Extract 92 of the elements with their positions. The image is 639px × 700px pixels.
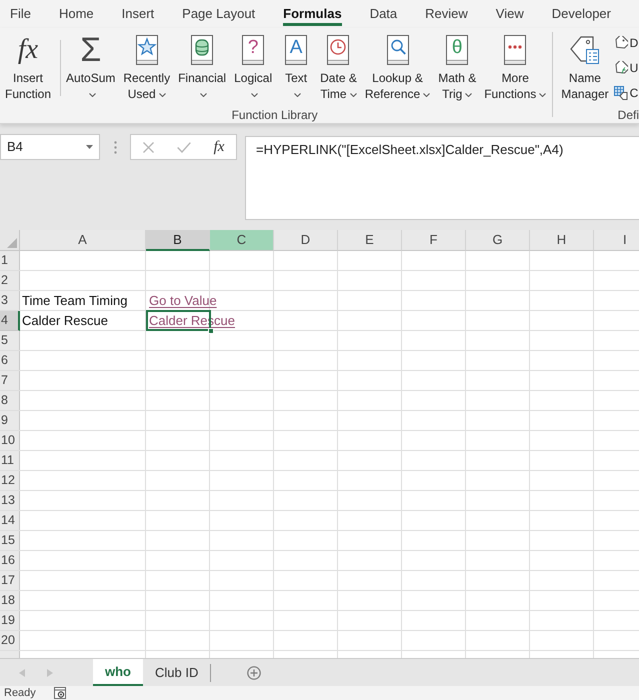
triangle-right-icon xyxy=(47,668,53,676)
select-all-button[interactable] xyxy=(0,230,20,251)
ribbon-button[interactable]: Recently Used xyxy=(120,28,174,108)
tag-list-icon xyxy=(568,34,601,66)
menu-tab[interactable]: Insert xyxy=(114,0,162,28)
sheet-tab[interactable]: Club ID xyxy=(143,659,210,686)
column-header[interactable]: A xyxy=(20,230,146,251)
cell-text: Time Team Timing xyxy=(22,293,128,308)
column-header[interactable]: F xyxy=(402,230,466,251)
cross-icon xyxy=(142,142,154,152)
menu-tab[interactable]: View xyxy=(488,0,532,28)
row-header[interactable]: 1 xyxy=(0,251,20,271)
plus-circle-icon xyxy=(247,666,262,680)
column-header[interactable]: H xyxy=(530,230,594,251)
ribbon-button[interactable]: More Functions xyxy=(481,28,550,108)
row-header[interactable]: 6 xyxy=(0,351,20,371)
column-header[interactable]: C xyxy=(210,230,274,251)
row-header[interactable]: 8 xyxy=(0,391,20,411)
status-text: Ready xyxy=(4,686,36,700)
book-dots-icon xyxy=(503,35,528,65)
caret-icon xyxy=(251,92,258,97)
tag-icon xyxy=(614,60,628,74)
row-header[interactable]: 11 xyxy=(0,451,20,471)
row-header[interactable]: 4 xyxy=(0,311,20,331)
caret-icon xyxy=(158,92,166,97)
row-header[interactable]: 13 xyxy=(0,491,20,511)
triangle-left-icon xyxy=(19,668,25,676)
book-magnifier-icon xyxy=(386,35,410,65)
row-header[interactable]: 7 xyxy=(0,371,20,391)
ribbon-button[interactable]: θ Math & Trig xyxy=(435,28,480,108)
ribbon-button[interactable]: A Text xyxy=(277,28,316,108)
drag-handle-icon[interactable] xyxy=(114,140,116,154)
sigma-icon: Σ xyxy=(80,34,102,66)
row-header[interactable]: 19 xyxy=(0,611,20,631)
cell-text: Calder Rescue xyxy=(22,313,108,328)
book-clock-icon xyxy=(326,35,350,65)
row-header[interactable]: 14 xyxy=(0,511,20,531)
caret-icon xyxy=(88,92,96,97)
row-header[interactable]: 15 xyxy=(0,531,20,551)
caret-icon xyxy=(539,92,546,97)
column-header[interactable]: G xyxy=(466,230,530,251)
ribbon-button[interactable]: Date & Time xyxy=(317,28,360,108)
menu-tab[interactable]: Page Layout xyxy=(174,0,264,28)
dropdown-caret-icon[interactable] xyxy=(86,145,93,149)
caret-icon xyxy=(465,92,472,97)
menu-tab[interactable]: Review xyxy=(417,0,476,28)
check-icon xyxy=(176,142,191,152)
book-coins-icon xyxy=(190,35,214,65)
menu-tab[interactable]: Data xyxy=(362,0,406,28)
tag-icon xyxy=(614,36,628,50)
book-star-icon xyxy=(134,35,159,65)
menu-tab[interactable]: File xyxy=(2,0,39,28)
row-header[interactable]: 10 xyxy=(0,431,20,451)
add-sheet-button[interactable] xyxy=(247,666,262,680)
ribbon-button[interactable]: ? Logical xyxy=(231,28,276,108)
ribbon-button[interactable]: Σ AutoSum xyxy=(63,28,118,108)
row-header[interactable]: 16 xyxy=(0,551,20,571)
sheet-tab[interactable]: who xyxy=(93,659,143,686)
caret-icon xyxy=(200,92,208,97)
caret-icon xyxy=(350,92,357,97)
row-header[interactable]: 20 xyxy=(0,631,20,651)
row-header[interactable]: 12 xyxy=(0,471,20,491)
group-label: Function Library xyxy=(232,108,318,122)
ribbon-small-button[interactable]: D xyxy=(614,30,638,55)
ribbon-small-button[interactable]: U xyxy=(614,55,638,80)
row-header[interactable]: 17 xyxy=(0,571,20,591)
row-header[interactable]: 18 xyxy=(0,591,20,611)
ribbon-button[interactable]: Financial xyxy=(175,28,230,108)
triangle-icon xyxy=(7,238,17,248)
row-header[interactable]: 2 xyxy=(0,271,20,291)
column-header[interactable]: I xyxy=(594,230,639,251)
row-header[interactable]: 5 xyxy=(0,331,20,351)
table-tag-icon xyxy=(614,86,628,100)
column-header[interactable]: E xyxy=(338,230,402,251)
function-icon: fx xyxy=(18,34,38,66)
group-label: Defi xyxy=(618,108,639,122)
menu-tab[interactable]: Home xyxy=(50,0,102,28)
caret-icon xyxy=(294,92,302,97)
name-box[interactable]: B4 xyxy=(0,134,100,160)
ribbon-small-button[interactable]: C xyxy=(614,80,638,105)
ribbon-button[interactable]: Name Manager xyxy=(558,28,612,108)
ribbon-button[interactable]: Lookup & Reference xyxy=(362,28,434,108)
hyperlink[interactable]: Go to Value xyxy=(148,293,217,308)
row-header[interactable]: 9 xyxy=(0,411,20,431)
menu-tab[interactable]: Developer xyxy=(544,0,619,28)
column-header[interactable]: D xyxy=(274,230,338,251)
fill-handle[interactable] xyxy=(208,328,214,334)
row-header[interactable]: 3 xyxy=(0,291,20,311)
insert-function-button[interactable]: fx xyxy=(210,136,228,158)
caret-icon xyxy=(423,92,430,97)
formula-field[interactable]: =HYPERLINK("[ExcelSheet.xlsx]Calder_Rescue",A4) xyxy=(245,136,639,220)
column-header[interactable]: B xyxy=(146,230,210,251)
